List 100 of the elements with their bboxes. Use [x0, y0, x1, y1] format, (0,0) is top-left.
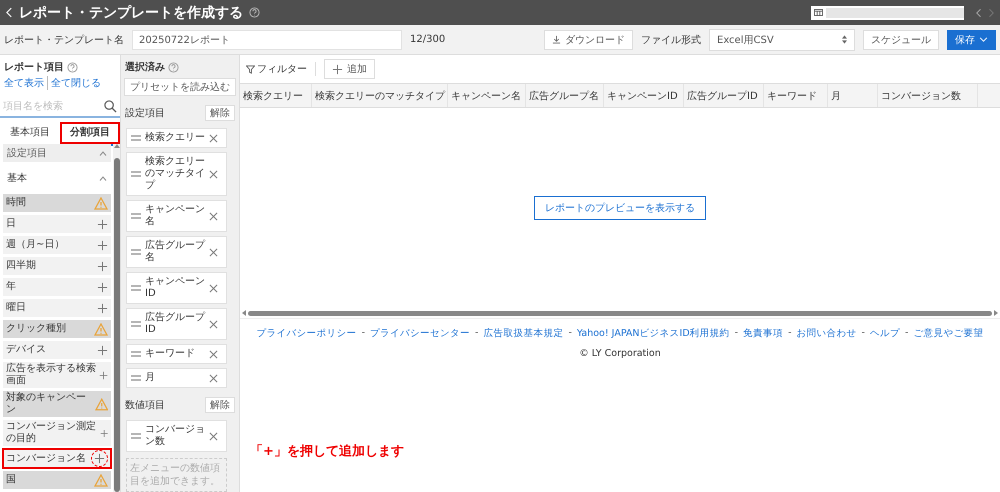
report-item[interactable]: 国 — [3, 471, 111, 489]
report-item[interactable]: 年 — [3, 278, 111, 296]
tab[interactable]: 分割項目 — [60, 122, 120, 144]
column-header: コンバージョン数 — [878, 84, 978, 107]
selected-chip[interactable]: 月 — [126, 368, 227, 388]
footer-link[interactable]: Yahoo! JAPANビジネスID利用規約 — [576, 327, 730, 340]
footer-link[interactable]: ご意見やご要望 — [913, 327, 984, 340]
selected-chip[interactable]: 検索クエリー — [126, 128, 227, 148]
help-icon[interactable] — [168, 62, 179, 72]
report-item[interactable]: コンバージョン名 — [3, 449, 111, 468]
show-preview-button[interactable]: レポートのプレビューを表示する — [534, 196, 706, 220]
horizontal-scrollbar[interactable] — [248, 310, 992, 316]
report-item[interactable]: クリック種別 — [3, 320, 111, 338]
report-item[interactable]: 時間 — [3, 194, 111, 212]
add-icon[interactable] — [97, 260, 108, 272]
table-icon — [814, 9, 823, 16]
separator: - — [788, 327, 792, 340]
selected-chip[interactable]: 広告グループ名 — [126, 236, 227, 268]
footer-link[interactable]: ヘルプ — [870, 327, 900, 340]
close-icon[interactable] — [209, 320, 218, 328]
report-item[interactable]: 広告を表示する検索画面 — [3, 362, 111, 388]
arrow-up-icon[interactable] — [114, 144, 120, 148]
column-header: キーワード — [764, 84, 828, 107]
chevron-down-icon — [979, 37, 988, 42]
drag-handle-icon[interactable] — [131, 433, 141, 439]
selected-chip[interactable]: 広告グループID — [126, 308, 227, 340]
footer-link[interactable]: プライバシーポリシー — [256, 327, 357, 340]
footer-link[interactable]: 免責事項 — [743, 327, 784, 340]
close-all-link[interactable]: 全て閉じる — [47, 76, 101, 90]
footer-link[interactable]: 広告取扱基本規定 — [483, 327, 564, 340]
add-icon[interactable] — [97, 240, 108, 250]
schedule-button[interactable]: スケジュール — [863, 30, 939, 50]
back-icon[interactable] — [6, 7, 13, 18]
add-button[interactable]: 追加 — [324, 59, 375, 79]
add-icon[interactable] — [100, 428, 108, 438]
drag-handle-icon[interactable] — [131, 213, 141, 219]
report-item[interactable]: 四半期 — [3, 257, 111, 275]
column-header: 検索クエリーのマッチタイプ — [312, 84, 448, 107]
download-button[interactable]: ダウンロード — [544, 30, 633, 50]
drag-handle-icon[interactable] — [131, 321, 141, 327]
separator: - — [862, 327, 865, 340]
close-icon[interactable] — [209, 374, 218, 382]
column-header: キャンペーン名 — [448, 84, 526, 107]
close-icon[interactable] — [209, 212, 218, 220]
file-format-select[interactable]: Excel用CSV — [709, 28, 855, 50]
plus-icon[interactable] — [332, 64, 343, 74]
help-icon[interactable] — [249, 7, 260, 18]
template-name-field[interactable]: 20250722レポート — [132, 30, 402, 50]
drag-handle-icon[interactable] — [131, 135, 141, 141]
column-header: 検索クエリー — [240, 84, 312, 107]
group-header[interactable]: 設定項目 — [3, 144, 111, 162]
selected-chip[interactable]: キーワード — [126, 344, 227, 364]
drag-handle-icon[interactable] — [131, 171, 141, 177]
add-icon[interactable] — [97, 344, 108, 356]
report-item[interactable]: 対象のキャンペーン — [3, 391, 111, 417]
load-preset-button[interactable]: プリセットを読み込む — [124, 78, 236, 96]
clear-button[interactable]: 解除 — [205, 397, 235, 413]
selected-chip[interactable]: キャンペーンID — [126, 272, 227, 304]
report-item[interactable]: コンバージョン測定の目的 — [3, 420, 111, 446]
filter-button[interactable]: フィルター — [246, 62, 316, 76]
close-icon[interactable] — [209, 432, 218, 440]
chevron-left-icon[interactable] — [976, 8, 982, 18]
drag-handle-icon[interactable] — [131, 249, 141, 255]
drag-handle-icon[interactable] — [131, 285, 141, 291]
caret-up-icon[interactable] — [99, 176, 107, 180]
search-icon[interactable] — [104, 100, 117, 112]
clear-button[interactable]: 解除 — [205, 105, 235, 121]
add-icon[interactable] — [97, 302, 108, 314]
footer-link[interactable]: お問い合わせ — [796, 327, 857, 340]
scrollbar[interactable] — [113, 144, 120, 492]
show-all-link[interactable]: 全て表示 — [4, 76, 44, 90]
drag-handle-icon[interactable] — [131, 375, 141, 381]
add-icon[interactable] — [94, 453, 105, 464]
add-icon[interactable] — [97, 218, 108, 230]
close-icon[interactable] — [209, 350, 218, 358]
close-icon[interactable] — [209, 170, 218, 178]
caret-up-icon — [99, 150, 107, 156]
add-icon[interactable] — [97, 282, 108, 292]
report-item[interactable]: 曜日 — [3, 299, 111, 317]
report-item[interactable]: デバイス — [3, 341, 111, 359]
header-field[interactable] — [811, 6, 964, 20]
save-button[interactable]: 保存 — [947, 30, 996, 50]
selected-chip[interactable]: キャンペーン名 — [126, 200, 227, 232]
report-item[interactable]: 週（月~日） — [3, 236, 111, 254]
arrow-right-icon[interactable] — [994, 310, 998, 316]
selected-chip[interactable]: コンバージョン数 — [126, 420, 227, 452]
annotation-text: 「+」を押して追加します — [250, 443, 404, 460]
selected-chip[interactable]: 検索クエリーのマッチタイプ — [126, 152, 227, 196]
add-icon[interactable] — [98, 370, 108, 380]
drag-handle-icon[interactable] — [131, 351, 141, 357]
tab[interactable]: 基本項目 — [0, 122, 60, 144]
char-counter: 12/300 — [410, 34, 446, 45]
arrow-left-icon[interactable] — [242, 310, 246, 316]
close-icon[interactable] — [209, 248, 218, 256]
page-title: レポート・テンプレートを作成する — [19, 4, 243, 22]
help-icon[interactable] — [67, 62, 78, 72]
report-item[interactable]: 日 — [3, 215, 111, 233]
footer-link[interactable]: プライバシーセンター — [370, 327, 470, 340]
close-icon[interactable] — [209, 284, 218, 292]
close-icon[interactable] — [209, 134, 218, 142]
